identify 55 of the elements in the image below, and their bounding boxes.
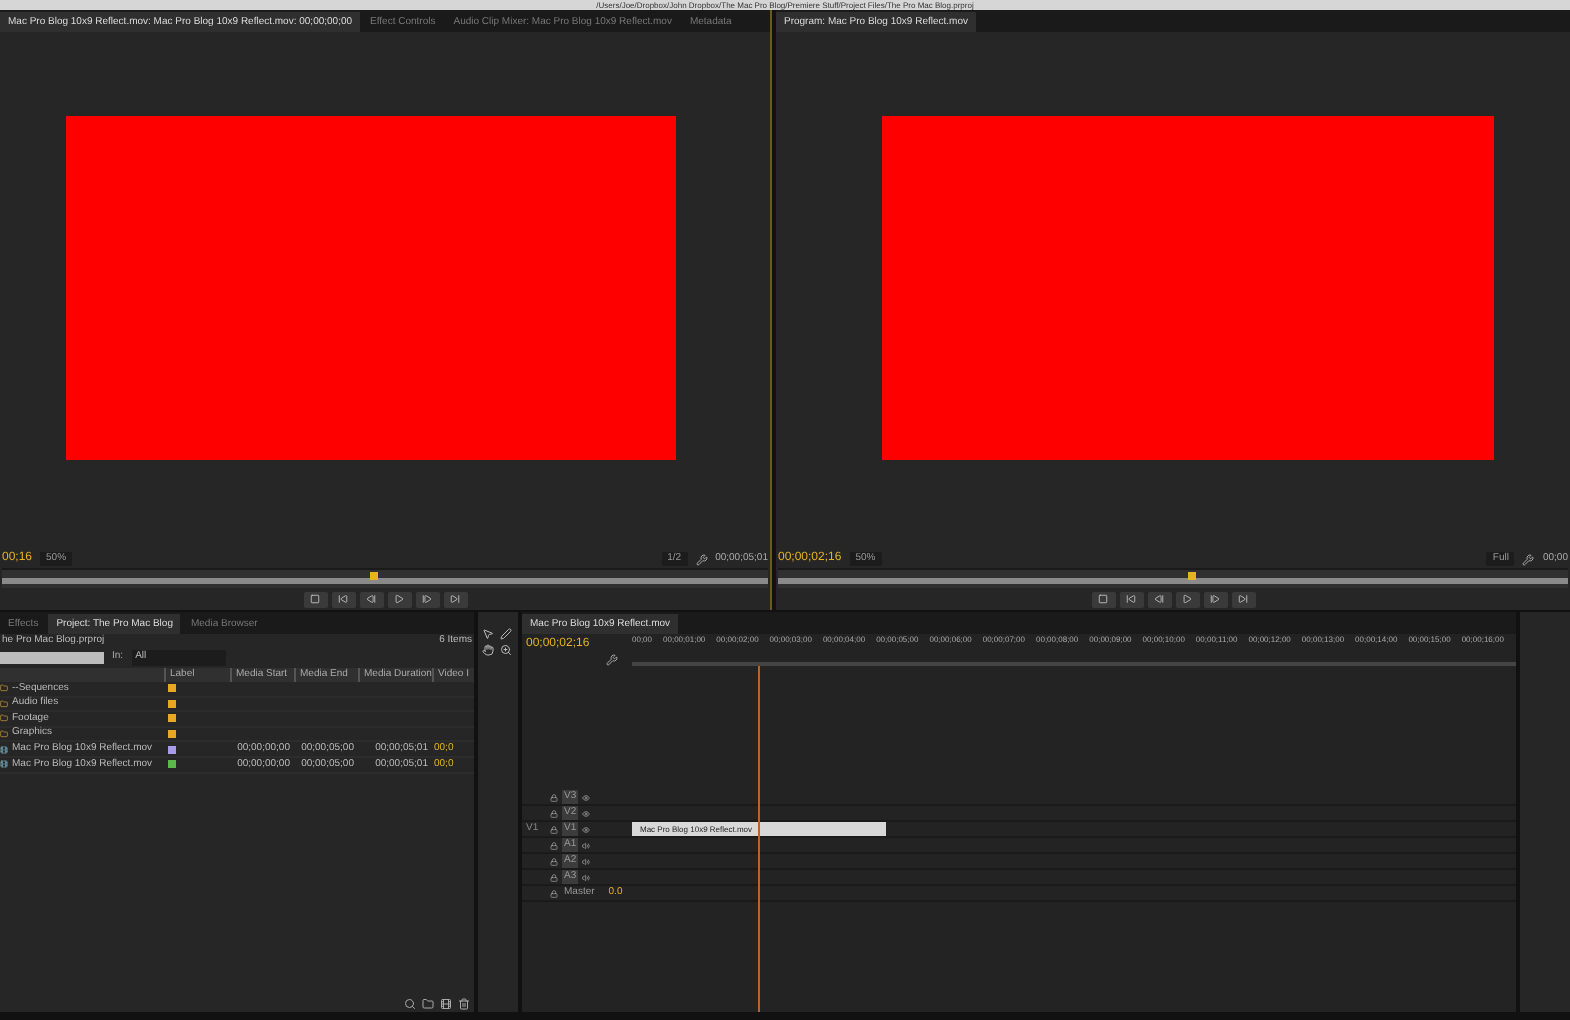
transport-button[interactable] bbox=[1091, 591, 1115, 607]
speaker-icon[interactable] bbox=[582, 857, 591, 865]
eye-icon[interactable] bbox=[582, 809, 591, 817]
transport-button[interactable] bbox=[1119, 591, 1143, 607]
lock-icon[interactable] bbox=[550, 793, 558, 801]
playhead[interactable] bbox=[1188, 572, 1197, 580]
transport-icon bbox=[1238, 594, 1248, 604]
transport-button[interactable] bbox=[1147, 591, 1171, 607]
transport-button[interactable] bbox=[1175, 591, 1199, 607]
eye-icon[interactable] bbox=[582, 825, 591, 833]
transport-button[interactable] bbox=[1231, 591, 1255, 607]
transport-button[interactable] bbox=[1203, 591, 1227, 607]
transport-icon bbox=[1098, 594, 1108, 604]
transport-button[interactable] bbox=[415, 591, 439, 607]
folder-icon bbox=[0, 714, 8, 723]
folder-icon bbox=[0, 699, 8, 708]
transport-icon bbox=[1154, 594, 1164, 604]
time-ruler[interactable] bbox=[2, 568, 768, 588]
time-ruler[interactable] bbox=[778, 568, 1568, 588]
speaker-icon[interactable] bbox=[582, 873, 591, 881]
transport-icon bbox=[422, 594, 432, 604]
transport-button[interactable] bbox=[443, 591, 467, 607]
folder-icon bbox=[0, 684, 8, 693]
transport-icon bbox=[394, 594, 404, 604]
folder-icon bbox=[0, 730, 8, 739]
transport-icon bbox=[1182, 594, 1192, 604]
settings-icon[interactable] bbox=[695, 553, 708, 565]
settings-icon[interactable] bbox=[1522, 553, 1535, 565]
delete-icon[interactable] bbox=[458, 998, 470, 1010]
clip-icon bbox=[0, 760, 8, 769]
tool-icon[interactable] bbox=[482, 644, 494, 656]
playhead[interactable] bbox=[369, 572, 378, 580]
search-icon[interactable] bbox=[404, 998, 416, 1010]
lock-icon[interactable] bbox=[550, 841, 558, 849]
clip-icon bbox=[0, 745, 8, 754]
transport-icon bbox=[366, 594, 376, 604]
tool-icon[interactable] bbox=[500, 644, 512, 656]
transport-icon bbox=[310, 594, 320, 604]
transport-icon bbox=[1210, 594, 1220, 604]
lock-icon[interactable] bbox=[550, 809, 558, 817]
speaker-icon[interactable] bbox=[582, 841, 591, 849]
transport-icon bbox=[338, 594, 348, 604]
lock-icon[interactable] bbox=[550, 873, 558, 881]
transport-icon bbox=[1126, 594, 1136, 604]
eye-icon[interactable] bbox=[582, 793, 591, 801]
transport-button[interactable] bbox=[331, 591, 355, 607]
settings-icon[interactable] bbox=[606, 653, 618, 665]
transport-button[interactable] bbox=[387, 591, 411, 607]
lock-icon[interactable] bbox=[550, 889, 558, 897]
search-field[interactable] bbox=[0, 652, 104, 664]
lock-icon[interactable] bbox=[550, 857, 558, 865]
transport-icon bbox=[450, 594, 460, 604]
transport-button[interactable] bbox=[359, 591, 383, 607]
transport-button[interactable] bbox=[303, 591, 327, 607]
lock-icon[interactable] bbox=[550, 825, 558, 833]
